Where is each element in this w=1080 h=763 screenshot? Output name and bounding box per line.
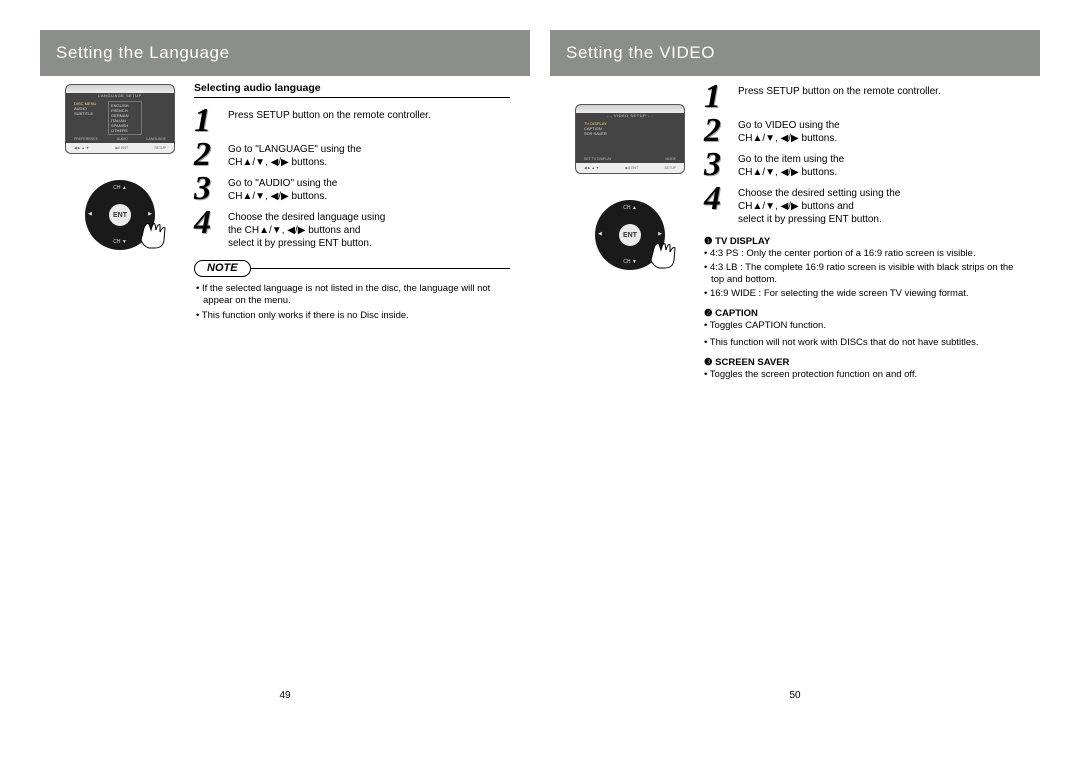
hand-icon [133, 212, 173, 257]
osd-footer2: ◀ ▶ ▲ ▼▶II ENTSETUP [584, 166, 676, 170]
right-steps: 1 Press SETUP button on the remote contr… [704, 82, 1020, 383]
step-2: 2 Go to VIDEO using the CH▲/▼, ◀/▶ butto… [704, 116, 1020, 146]
step-number-1: 1 [194, 106, 218, 136]
step-number-1: 1 [704, 82, 728, 112]
manual-spread: Setting the Language LANGUAGE SETUP DISC… [0, 0, 1080, 763]
osd-menu: DISC MENU AUDIO SUBTITLE [74, 101, 96, 116]
def-caption: ❷ CAPTION [704, 308, 1020, 320]
osd-menu: TV DISPLAY CAPTION SCR SAVER [584, 121, 607, 136]
ent-button-icon: ENT [109, 204, 131, 226]
ch-up-label: CH ▲ [85, 185, 155, 191]
step-4-text: Choose the desired language using the CH… [228, 208, 510, 250]
step-1-text: Press SETUP button on the remote control… [738, 82, 1020, 112]
left-content: LANGUAGE SETUP DISC MENU AUDIO SUBTITLE … [60, 82, 510, 325]
ch-up-label: CH ▲ [595, 205, 665, 211]
step-1-text: Press SETUP button on the remote control… [228, 106, 510, 136]
definitions: ❶ TV DISPLAY • 4:3 PS : Only the center … [704, 236, 1020, 381]
step-4-text: Choose the desired setting using the CH▲… [738, 184, 1020, 226]
def-item: • Toggles CAPTION function. [704, 320, 1020, 332]
left-figures: LANGUAGE SETUP DISC MENU AUDIO SUBTITLE … [60, 82, 180, 325]
hand-icon [643, 232, 683, 277]
osd-footer: SET TV DISPLAYMODE [584, 157, 676, 161]
note-label: NOTE [194, 260, 251, 277]
header-band-right: Setting the VIDEO [550, 30, 1040, 76]
step-1: 1 Press SETUP button on the remote contr… [194, 106, 510, 136]
step-3: 3 Go to the item using the CH▲/▼, ◀/▶ bu… [704, 150, 1020, 180]
page-number-left: 49 [40, 690, 530, 701]
def-item: • 16:9 WIDE : For selecting the wide scr… [704, 288, 1020, 300]
osd-footer2: ◀ ▶ ▲ ▼▶II ENTSETUP [74, 146, 166, 150]
step-number-2: 2 [194, 140, 218, 170]
step-2-text: Go to VIDEO using the CH▲/▼, ◀/▶ buttons… [738, 116, 1020, 146]
step-number-2: 2 [704, 116, 728, 146]
right-figures: - - VIDEO SETUP - - TV DISPLAY CAPTION S… [570, 82, 690, 383]
step-3-text: Go to the item using the CH▲/▼, ◀/▶ butt… [738, 150, 1020, 180]
step-number-4: 4 [704, 184, 728, 226]
page-title-left: Setting the Language [56, 43, 230, 63]
step-1: 1 Press SETUP button on the remote contr… [704, 82, 1020, 112]
def-item: • Toggles the screen protection function… [704, 369, 1020, 381]
remote-dpad-left: ENT CH ▲ CH ▼ ◀ ▶ [65, 172, 175, 262]
left-arrow-label: ◀ [598, 231, 602, 237]
step-2-text: Go to "LANGUAGE" using the CH▲/▼, ◀/▶ bu… [228, 140, 510, 170]
osd-submenu: ENGLISH FRENCH GERMAN ITALIAN SPANISH OT… [108, 101, 142, 135]
def-item: • 4:3 PS : Only the center portion of a … [704, 248, 1020, 260]
page-title-right: Setting the VIDEO [566, 43, 715, 63]
ent-button-icon: ENT [619, 224, 641, 246]
osd-title: LANGUAGE SETUP [66, 93, 174, 98]
osd-title: - - VIDEO SETUP - - [576, 113, 684, 118]
page-number-right: 50 [550, 690, 1040, 701]
note-item: If the selected language is not listed i… [196, 283, 510, 307]
remote-dpad-right: ENT CH ▲ CH ▼ ◀ ▶ [575, 192, 685, 282]
left-steps: Selecting audio language 1 Press SETUP b… [194, 82, 510, 325]
tv-screen-video: - - VIDEO SETUP - - TV DISPLAY CAPTION S… [575, 104, 685, 174]
step-number-3: 3 [704, 150, 728, 180]
step-2: 2 Go to "LANGUAGE" using the CH▲/▼, ◀/▶ … [194, 140, 510, 170]
page-50: Setting the VIDEO - - VIDEO SETUP - - TV… [550, 30, 1040, 723]
note-item: This function only works if there is no … [196, 310, 510, 322]
def-item: • This function will not work with DISCs… [704, 337, 1020, 349]
def-screensaver: ❸ SCREEN SAVER [704, 357, 1020, 369]
header-band-left: Setting the Language [40, 30, 530, 76]
left-arrow-label: ◀ [88, 211, 92, 217]
subheading: Selecting audio language [194, 82, 510, 98]
step-number-3: 3 [194, 174, 218, 204]
step-number-4: 4 [194, 208, 218, 250]
note-divider: NOTE [194, 260, 510, 277]
notes-list: If the selected language is not listed i… [194, 283, 510, 322]
def-tv-display: ❶ TV DISPLAY [704, 236, 1020, 248]
step-4: 4 Choose the desired setting using the C… [704, 184, 1020, 226]
step-4: 4 Choose the desired language using the … [194, 208, 510, 250]
tv-screen-language: LANGUAGE SETUP DISC MENU AUDIO SUBTITLE … [65, 84, 175, 154]
page-49: Setting the Language LANGUAGE SETUP DISC… [40, 30, 530, 723]
step-3: 3 Go to "AUDIO" using the CH▲/▼, ◀/▶ but… [194, 174, 510, 204]
step-3-text: Go to "AUDIO" using the CH▲/▼, ◀/▶ butto… [228, 174, 510, 204]
def-item: • 4:3 LB : The complete 16:9 ratio scree… [704, 262, 1020, 286]
osd-footer: PREFERENCEAUDIOLANGUAGE [74, 137, 166, 141]
right-content: - - VIDEO SETUP - - TV DISPLAY CAPTION S… [570, 82, 1020, 383]
